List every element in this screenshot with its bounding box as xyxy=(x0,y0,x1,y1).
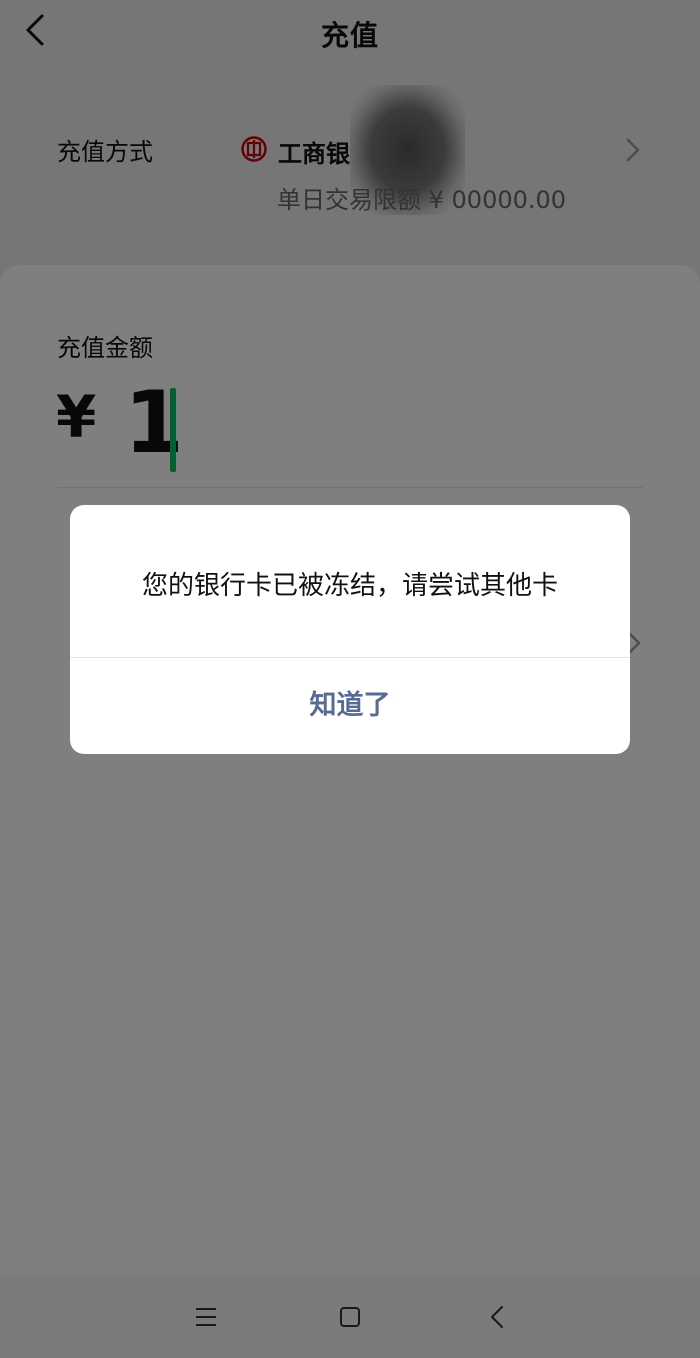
dialog-message: 您的银行卡已被冻结，请尝试其他卡 xyxy=(141,571,558,601)
dialog-confirm-button[interactable]: 知道了 xyxy=(70,658,630,754)
alert-dialog: 您的银行卡已被冻结，请尝试其他卡 知道了 xyxy=(70,505,630,754)
